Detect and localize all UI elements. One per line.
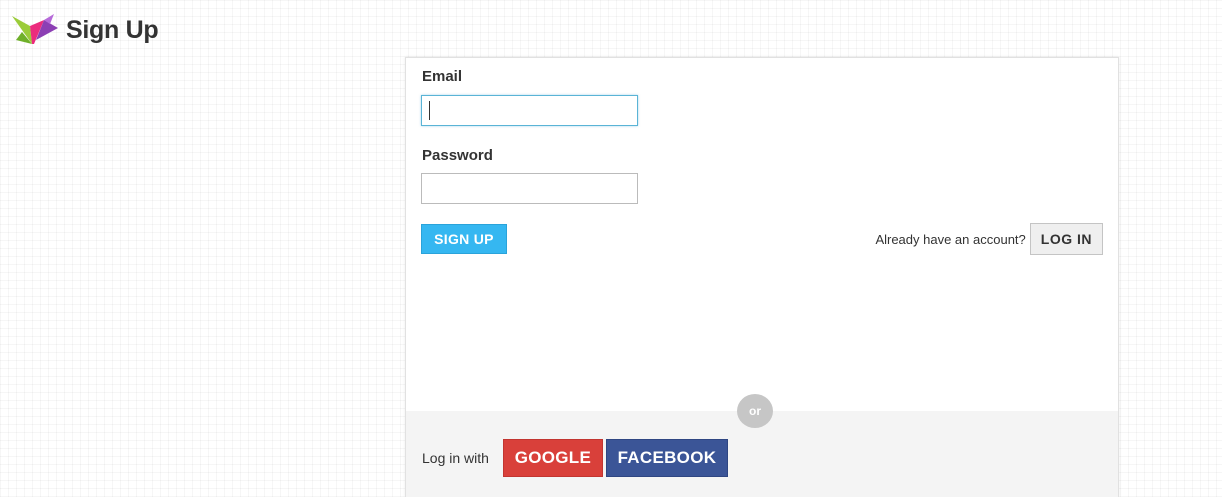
page-title: Sign Up — [66, 15, 159, 44]
email-input[interactable] — [421, 95, 638, 126]
signup-button[interactable]: SIGN UP — [421, 224, 507, 254]
crane-logo-icon — [12, 14, 58, 44]
facebook-login-button[interactable]: FACEBOOK — [605, 439, 728, 477]
social-login-section: or Log in with GOOGLE FACEBOOK — [406, 394, 1118, 497]
text-caret — [429, 101, 430, 120]
or-divider-badge: or — [737, 394, 773, 428]
email-label: Email — [422, 68, 463, 85]
login-prompt-row: Already have an account? LOG IN — [875, 223, 1103, 255]
password-label: Password — [422, 147, 493, 164]
page-header: Sign Up — [10, 12, 159, 48]
signup-card: Email Password SIGN UP Already have an a… — [405, 57, 1119, 497]
google-login-button[interactable]: GOOGLE — [502, 439, 603, 477]
login-button[interactable]: LOG IN — [1029, 223, 1103, 255]
social-login-prompt: Log in with — [422, 450, 489, 466]
account-prompt-text: Already have an account? — [875, 231, 1026, 247]
social-login-row: Log in with GOOGLE FACEBOOK — [422, 439, 728, 477]
password-input[interactable] — [421, 173, 638, 204]
